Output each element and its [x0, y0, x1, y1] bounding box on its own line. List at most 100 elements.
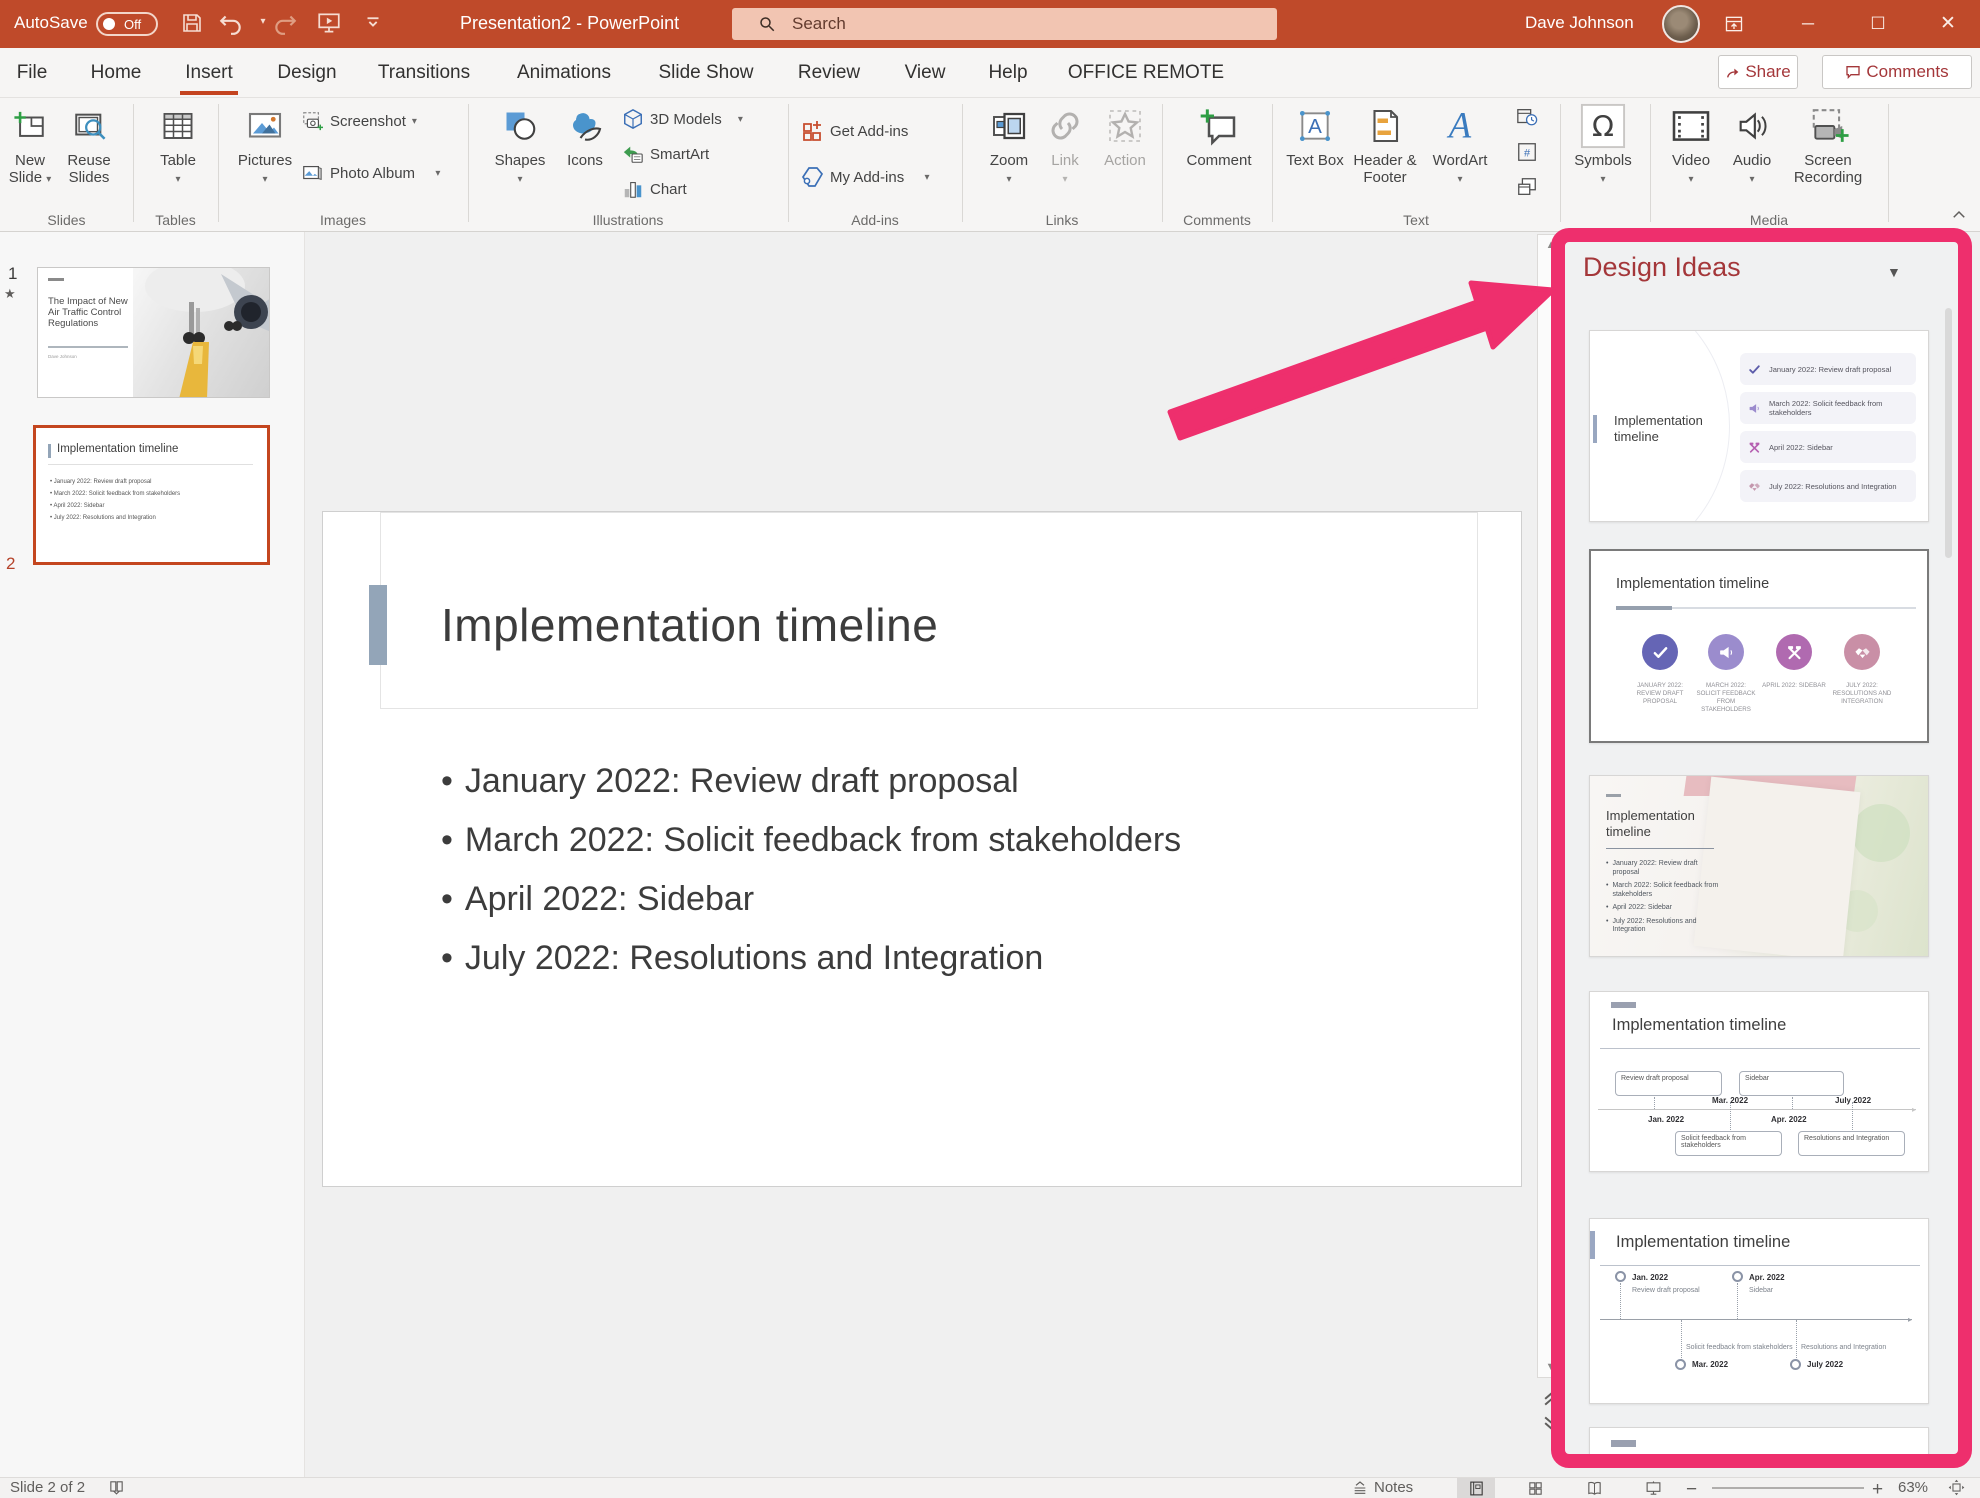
group-label-illustrations: Illustrations	[592, 212, 664, 228]
card2-title: Implementation timeline	[1616, 576, 1770, 592]
text-box-button[interactable]: A Text Box	[1284, 100, 1346, 208]
save-icon[interactable]	[180, 10, 210, 38]
current-slide[interactable]: Implementation timeline • January 2022: R…	[322, 511, 1522, 1187]
design-suggestion-6[interactable]	[1589, 1427, 1929, 1454]
get-addins-button[interactable]: Get Add-ins	[800, 116, 908, 146]
3d-models-button[interactable]: 3D Models ▾	[622, 104, 743, 134]
slide-sorter-view-button[interactable]	[1516, 1478, 1554, 1498]
search-bar[interactable]	[732, 8, 1277, 40]
tab-animations[interactable]: Animations	[508, 57, 620, 91]
svg-text:A: A	[1308, 115, 1322, 138]
tab-home[interactable]: Home	[86, 57, 146, 91]
collapse-ribbon-icon[interactable]	[1950, 206, 1974, 226]
comments-button[interactable]: Comments	[1822, 55, 1972, 89]
slide-bullet-4[interactable]: • July 2022: Resolutions and Integration	[441, 939, 1421, 978]
audio-button[interactable]: Audio ▾	[1724, 100, 1780, 208]
customize-quick-access-icon[interactable]	[362, 8, 392, 36]
tab-transitions[interactable]: Transitions	[372, 57, 476, 91]
tab-slide-show[interactable]: Slide Show	[652, 57, 760, 91]
tab-help[interactable]: Help	[982, 57, 1034, 91]
slide1-author: Dave Johnson	[48, 354, 77, 359]
handshake-icon	[1844, 634, 1880, 670]
slide2-thumbnail[interactable]: Implementation timeline • January 2022: …	[33, 425, 270, 565]
object-icon[interactable]	[1512, 172, 1542, 202]
reading-view-button[interactable]	[1575, 1478, 1613, 1498]
maximize-button[interactable]: ☐	[1856, 0, 1900, 48]
link-button[interactable]: Link ▾	[1040, 100, 1090, 208]
design-suggestion-2-selected[interactable]: Implementation timeline January 2022: Re…	[1589, 549, 1929, 743]
tab-view[interactable]: View	[898, 57, 952, 91]
comment-button[interactable]: Comment	[1174, 100, 1264, 208]
zoom-link-button[interactable]: Zoom ▾	[982, 100, 1036, 208]
shapes-button[interactable]: Shapes ▾	[488, 100, 552, 208]
share-button[interactable]: Share	[1718, 55, 1798, 89]
autosave-toggle[interactable]: Off	[96, 12, 158, 36]
slide-thumbnail-panel: 1 ★ The Impact of New Air Traffic Contro…	[0, 232, 305, 1477]
pictures-button[interactable]: Pictures ▾	[232, 100, 298, 208]
tab-file[interactable]: File	[12, 57, 52, 91]
design-suggestion-3[interactable]: Implementation timeline • January 2022: R…	[1589, 775, 1929, 957]
zoom-slider[interactable]	[1712, 1487, 1864, 1489]
screen-recording-button[interactable]: Screen Recording	[1786, 100, 1870, 208]
redo-icon[interactable]	[272, 10, 302, 38]
slide-show-view-button[interactable]	[1634, 1478, 1672, 1498]
zoom-in-button[interactable]: +	[1872, 1479, 1883, 1498]
undo-icon[interactable]	[218, 10, 248, 38]
slide1-thumbnail[interactable]: The Impact of New Air Traffic Control Re…	[37, 267, 270, 398]
close-button[interactable]: ✕	[1926, 0, 1970, 48]
action-icon	[1096, 100, 1154, 152]
zoom-out-button[interactable]: −	[1686, 1479, 1697, 1498]
link-icon	[1040, 100, 1090, 152]
wordart-button[interactable]: A WordArt ▾	[1424, 100, 1496, 208]
action-button[interactable]: Action	[1096, 100, 1154, 208]
new-slide-button[interactable]: New Slide ▾	[2, 100, 58, 208]
header-footer-button[interactable]: Header & Footer	[1350, 100, 1420, 208]
design-suggestion-5[interactable]: Implementation timeline ▸ Jan. 2022 Revi…	[1589, 1218, 1929, 1404]
status-bar: Slide 2 of 2 Notes − + 63%	[0, 1477, 1980, 1498]
zoom-level[interactable]: 63%	[1898, 1479, 1928, 1496]
slide-bullet-2[interactable]: • March 2022: Solicit feedback from stake…	[441, 821, 1421, 860]
megaphone-icon	[1748, 402, 1761, 415]
slide-title-text[interactable]: Implementation timeline	[441, 598, 938, 652]
reuse-slides-icon	[58, 100, 120, 152]
reuse-slides-button[interactable]: Reuse Slides	[58, 100, 120, 208]
design-suggestion-4[interactable]: Implementation timeline ▸ Review draft p…	[1589, 991, 1929, 1172]
group-label-images: Images	[320, 212, 366, 228]
screenshot-button[interactable]: Screenshot ▾	[300, 106, 417, 136]
design-ideas-panel: Design Ideas ▼ Implementation timeline J…	[1551, 228, 1972, 1468]
user-name[interactable]: Dave Johnson	[1525, 13, 1634, 33]
slide2-thumb-bullets: • January 2022: Review draft proposal • …	[50, 479, 181, 521]
table-button[interactable]: Table ▾	[146, 100, 210, 208]
slide-bullet-1[interactable]: • January 2022: Review draft proposal	[441, 762, 1421, 801]
check-icon	[1642, 634, 1678, 670]
my-addins-button[interactable]: My Add-ins ▾	[800, 162, 930, 192]
icons-button[interactable]: Icons	[558, 100, 612, 208]
chart-button[interactable]: Chart	[622, 174, 687, 204]
slide-bullet-3[interactable]: • April 2022: Sidebar	[441, 880, 1421, 919]
date-time-icon[interactable]	[1512, 102, 1542, 132]
symbols-button[interactable]: Ω Symbols ▾	[1566, 100, 1640, 208]
chart-icon	[622, 178, 644, 200]
search-input[interactable]	[790, 11, 1250, 37]
photo-album-button[interactable]: Photo Album ▾	[300, 158, 440, 188]
tab-review[interactable]: Review	[792, 57, 866, 91]
tab-office-remote[interactable]: OFFICE REMOTE	[1066, 57, 1226, 91]
spell-check-icon[interactable]	[108, 1479, 125, 1496]
slide-number-icon[interactable]: #	[1512, 137, 1542, 167]
fit-slide-to-window-icon[interactable]	[1948, 1479, 1965, 1496]
user-avatar[interactable]	[1662, 5, 1700, 43]
minimize-button[interactable]: ─	[1786, 0, 1830, 48]
design-ideas-dropdown-icon[interactable]: ▼	[1887, 264, 1901, 280]
ribbon-display-options-icon[interactable]	[1712, 0, 1756, 48]
design-suggestion-1[interactable]: Implementation timeline January 2022: Re…	[1589, 330, 1929, 522]
design-panel-scrollbar[interactable]	[1945, 308, 1952, 558]
tab-design[interactable]: Design	[272, 57, 342, 91]
tab-insert[interactable]: Insert	[176, 57, 242, 95]
video-button[interactable]: Video ▾	[1662, 100, 1720, 208]
slide-indicator[interactable]: Slide 2 of 2	[10, 1479, 85, 1496]
start-slideshow-icon[interactable]	[316, 10, 346, 38]
normal-view-button[interactable]	[1457, 1478, 1495, 1498]
smartart-button[interactable]: SmartArt	[622, 139, 709, 169]
notes-button[interactable]: Notes	[1352, 1479, 1413, 1496]
group-label-tables: Tables	[155, 212, 196, 228]
